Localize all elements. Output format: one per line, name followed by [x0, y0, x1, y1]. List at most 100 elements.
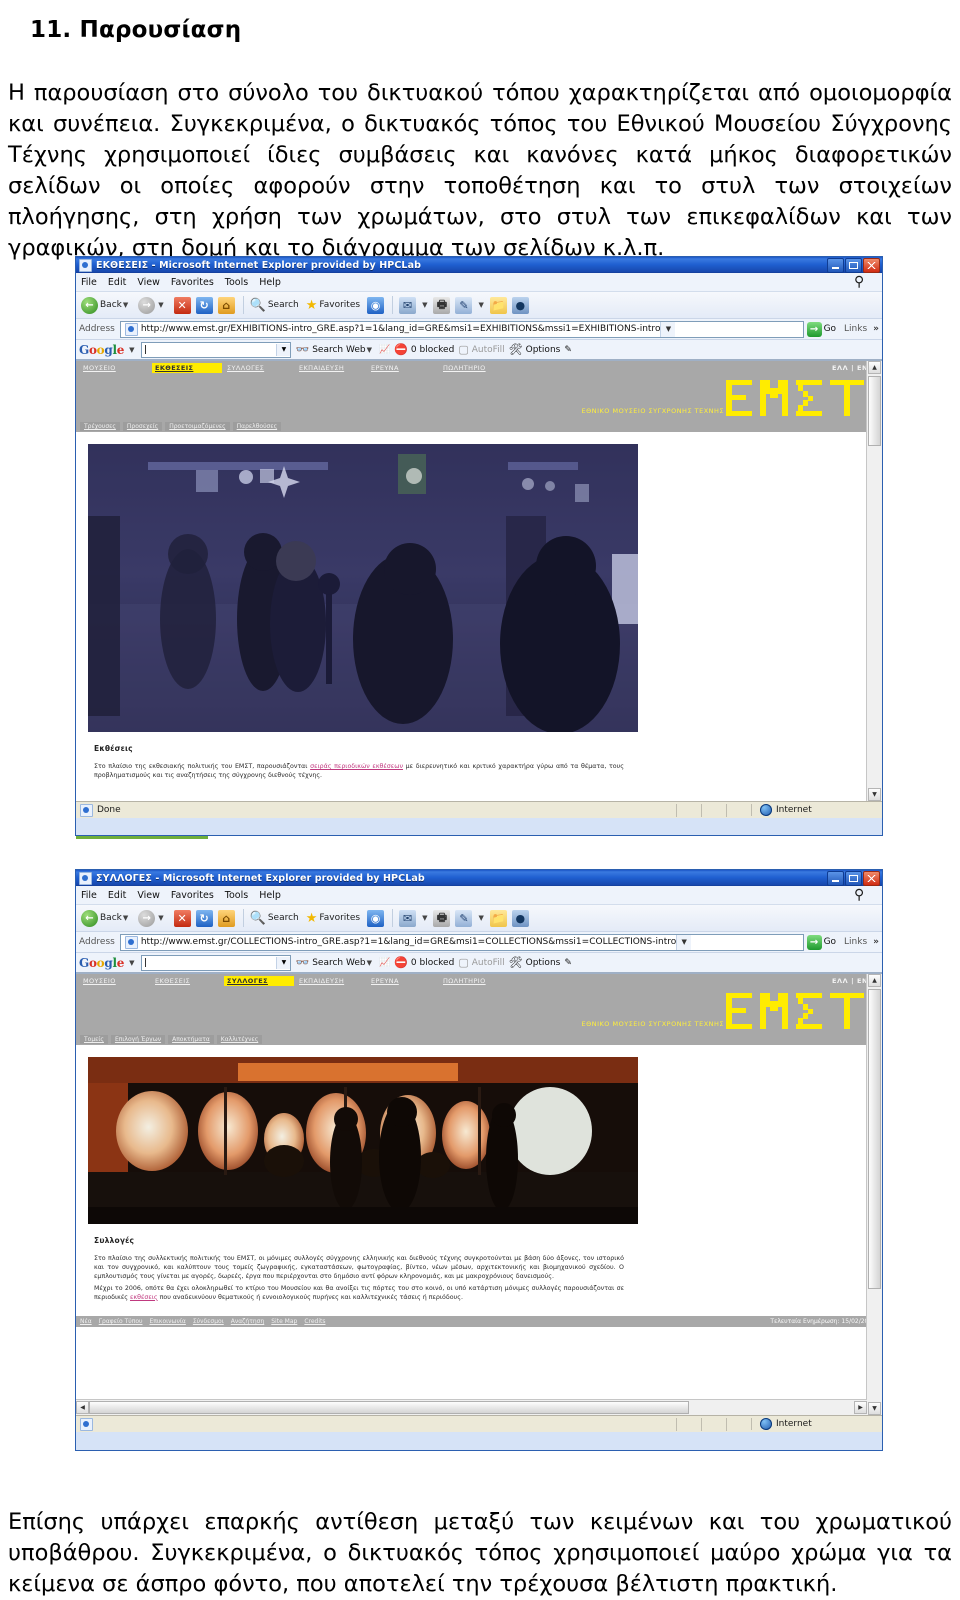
stop-icon-2[interactable]: ✕	[173, 909, 191, 927]
favorites-button-2[interactable]: ★ Favorites	[306, 911, 360, 926]
google-menu-icon-2[interactable]: ▼	[129, 959, 134, 967]
refresh-icon-2[interactable]: ↻	[195, 909, 213, 927]
google-pencil-icon[interactable]: ✎	[564, 345, 572, 355]
address-input-2[interactable]: http://www.emst.gr/COLLECTIONS-intro_GRE…	[119, 933, 804, 951]
horizontal-scrollbar-2[interactable]: ◀ ▶	[76, 1399, 867, 1415]
nav-item-shop-2[interactable]: ΠΩΛΗΤΗΡΙΟ	[440, 976, 510, 986]
edit-dropdown-icon-2[interactable]: ▼	[478, 914, 483, 922]
google-options-button-2[interactable]: 🛠 Options	[509, 956, 561, 969]
scroll-thumb[interactable]	[868, 376, 881, 446]
menu-file[interactable]: File	[81, 277, 97, 288]
search-web-dropdown-icon[interactable]: ▼	[367, 346, 372, 354]
edit-dropdown-icon[interactable]: ▼	[478, 301, 483, 309]
mail-icon-2[interactable]: ✉	[399, 909, 417, 927]
google-search-input-2[interactable]: ▼	[141, 954, 292, 971]
nav-item-exhibitions[interactable]: ΕΚΘΕΣΕΙΣ	[152, 362, 222, 373]
menu-edit[interactable]: Edit	[108, 277, 126, 288]
menu-edit-2[interactable]: Edit	[108, 890, 126, 901]
address-dropdown-icon-2[interactable]: ▼	[676, 934, 692, 950]
nav-item-research-2[interactable]: ΕΡΕΥΝΑ	[368, 976, 438, 986]
menu-help-2[interactable]: Help	[259, 890, 281, 901]
go-button[interactable]: → Go	[806, 321, 836, 337]
menu-file-2[interactable]: File	[81, 890, 97, 901]
mail-dropdown-icon[interactable]: ▼	[422, 301, 427, 309]
nav-item-education-2[interactable]: ΕΚΠΑΙΔΕΥΣΗ	[296, 976, 366, 986]
subnav-acquisitions[interactable]: Αποκτήματα	[168, 1035, 214, 1044]
menu-tools[interactable]: Tools	[225, 277, 248, 288]
forward-button[interactable]: → ▼	[138, 296, 166, 314]
folder-icon[interactable]: 📁	[489, 296, 507, 314]
restore-button[interactable]	[845, 257, 862, 273]
folder-icon-2[interactable]: 📁	[489, 909, 507, 927]
refresh-icon[interactable]: ↻	[195, 296, 213, 314]
links-label[interactable]: Links	[844, 324, 867, 334]
vertical-scrollbar-1[interactable]: ▲ ▼	[866, 361, 882, 801]
article-inline-link-2[interactable]: εκθέσεις	[130, 1294, 158, 1301]
scroll-down-icon-2[interactable]: ▼	[868, 1402, 881, 1415]
scroll-left-icon[interactable]: ◀	[76, 1401, 89, 1414]
print-icon[interactable]: 🖶	[433, 296, 451, 314]
footer-link-credits[interactable]: Credits	[304, 1318, 325, 1325]
search-button[interactable]: 🔍 Search	[250, 298, 299, 313]
edit-icon[interactable]: ✎	[455, 296, 473, 314]
edit-icon-2[interactable]: ✎	[455, 909, 473, 927]
footer-link-news[interactable]: Νέα	[80, 1318, 92, 1325]
subnav-sectors[interactable]: Τομείς	[80, 1035, 108, 1044]
hscroll-thumb[interactable]	[89, 1401, 689, 1414]
google-search-web-button[interactable]: 👓 Search Web ▼	[295, 343, 375, 356]
close-button[interactable]	[863, 257, 880, 273]
back-button-2[interactable]: ← Back ▼	[81, 909, 131, 927]
back-dropdown-icon[interactable]: ▼	[123, 301, 128, 309]
address-input[interactable]: http://www.emst.gr/EXHIBITIONS-intro_GRE…	[119, 320, 804, 338]
home-icon-2[interactable]: ⌂	[217, 909, 235, 927]
nav-item-museum-2[interactable]: ΜΟΥΣΕΙΟ	[80, 976, 150, 986]
menu-view[interactable]: View	[137, 277, 160, 288]
google-popup-blocker[interactable]: ⛔ 0 blocked	[394, 343, 454, 356]
mail-dropdown-icon-2[interactable]: ▼	[422, 914, 427, 922]
search-web-dropdown-icon-2[interactable]: ▼	[367, 959, 372, 967]
google-pagerank-icon[interactable]: 📈	[379, 345, 390, 355]
subnav-upcoming[interactable]: Προσεχείς	[122, 422, 163, 431]
nav-item-museum[interactable]: ΜΟΥΣΕΙΟ	[80, 363, 150, 373]
search-button-2[interactable]: 🔍 Search	[250, 911, 299, 926]
google-search-dropdown-icon[interactable]: ▼	[276, 343, 291, 356]
article-inline-link-1[interactable]: σειράς περιοδικών εκθέσεων	[310, 763, 403, 770]
menu-view-2[interactable]: View	[137, 890, 160, 901]
print-icon-2[interactable]: 🖶	[433, 909, 451, 927]
scroll-up-icon-2[interactable]: ▲	[868, 974, 881, 987]
links-label-2[interactable]: Links	[844, 937, 867, 947]
google-search-input[interactable]: ▼	[141, 341, 292, 358]
toolbar-overflow-icon[interactable]: »	[873, 324, 879, 334]
subnav-in-preparation[interactable]: Προετοιμαζόμενες	[165, 422, 230, 431]
scroll-down-icon[interactable]: ▼	[868, 788, 881, 801]
messenger-icon[interactable]: ●	[511, 296, 529, 314]
home-icon[interactable]: ⌂	[217, 296, 235, 314]
google-pencil-icon-2[interactable]: ✎	[564, 958, 572, 968]
nav-item-shop[interactable]: ΠΩΛΗΤΗΡΙΟ	[440, 363, 510, 373]
go-button-2[interactable]: → Go	[806, 934, 836, 950]
toolbar-overflow-icon-2[interactable]: »	[873, 937, 879, 947]
footer-link-contact[interactable]: Επικοινωνία	[150, 1318, 186, 1325]
menu-favorites[interactable]: Favorites	[171, 277, 214, 288]
subnav-current[interactable]: Τρέχουσες	[80, 422, 120, 431]
nav-item-education[interactable]: ΕΚΠΑΙΔΕΥΣΗ	[296, 363, 366, 373]
nav-item-research[interactable]: ΕΡΕΥΝΑ	[368, 363, 438, 373]
google-search-web-button-2[interactable]: 👓 Search Web ▼	[295, 956, 375, 969]
scroll-right-icon[interactable]: ▶	[854, 1401, 867, 1414]
google-menu-icon[interactable]: ▼	[129, 346, 134, 354]
google-pagerank-icon-2[interactable]: 📈	[379, 958, 390, 968]
subnav-selected-works[interactable]: Επιλογή Έργων	[110, 1035, 166, 1044]
restore-button-2[interactable]	[845, 870, 862, 886]
messenger-icon-2[interactable]: ●	[511, 909, 529, 927]
nav-item-collections-2[interactable]: ΣΥΛΛΟΓΕΣ	[224, 975, 294, 986]
scroll-thumb-2[interactable]	[868, 989, 881, 1289]
menu-tools-2[interactable]: Tools	[225, 890, 248, 901]
media-icon[interactable]: ◉	[367, 296, 385, 314]
forward-dropdown-icon-2[interactable]: ▼	[158, 914, 163, 922]
address-dropdown-icon[interactable]: ▼	[660, 321, 676, 337]
menu-help[interactable]: Help	[259, 277, 281, 288]
minimize-button-2[interactable]	[827, 870, 844, 886]
subnav-past[interactable]: Παρελθούσες	[232, 422, 282, 431]
vertical-scrollbar-2[interactable]: ▲ ▼	[866, 974, 882, 1415]
mail-icon[interactable]: ✉	[399, 296, 417, 314]
